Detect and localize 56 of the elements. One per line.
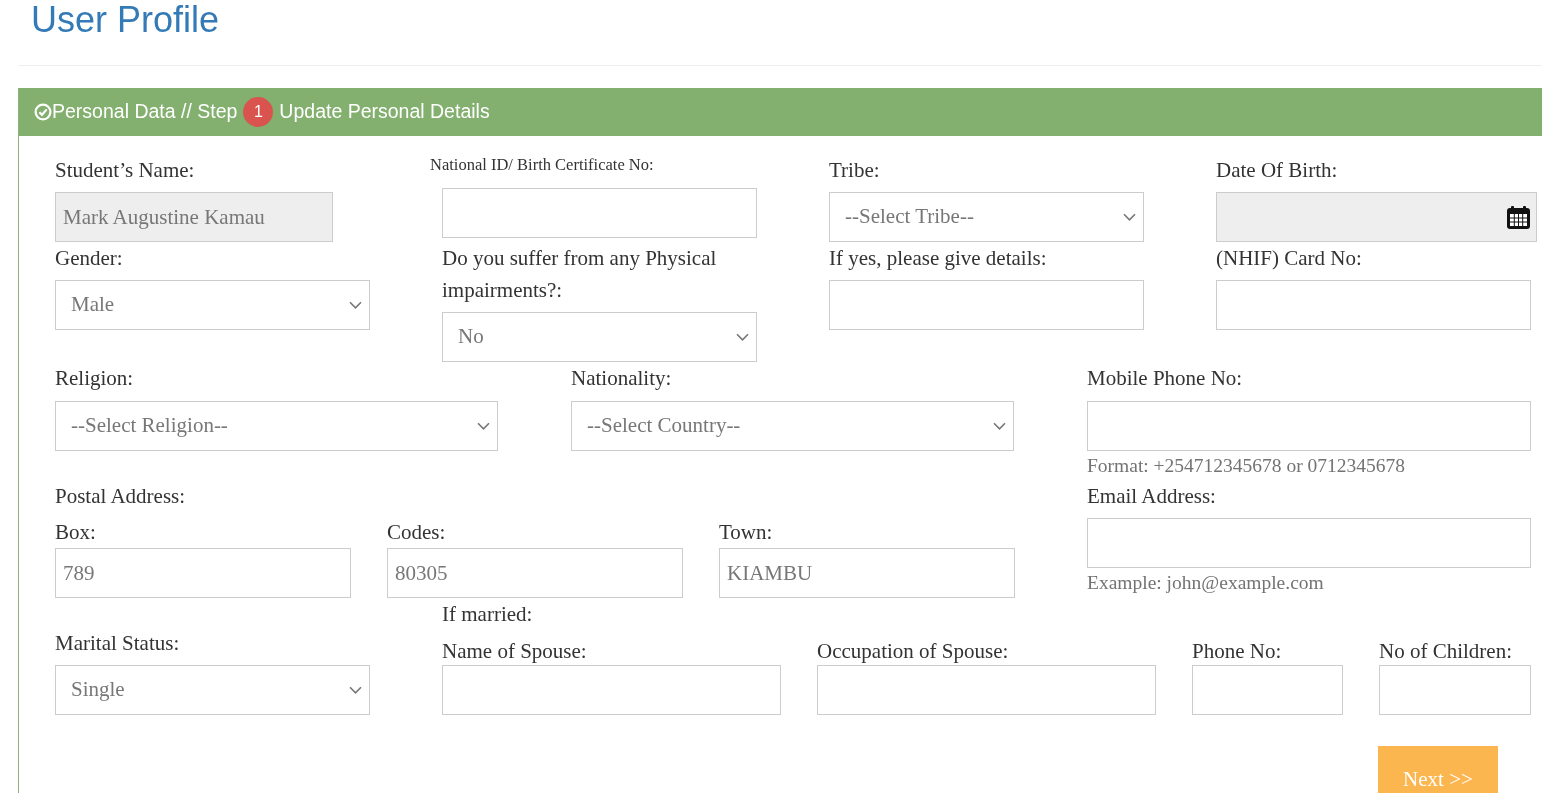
text-field[interactable] [442, 665, 781, 715]
field-label: Codes: [387, 519, 446, 546]
text-field[interactable]: 789 [55, 548, 351, 598]
field-label: Postal Address: [55, 483, 186, 510]
field-label: Mobile Phone No: [1087, 365, 1243, 392]
chevron-down-icon [736, 333, 749, 341]
field-label: Student’s Name: [55, 157, 195, 184]
chevron-down-icon [477, 422, 490, 430]
text-field[interactable] [1087, 401, 1531, 451]
field-label: Phone No: [1192, 638, 1282, 665]
select-field[interactable]: --Select Tribe-- [829, 192, 1144, 242]
text-field[interactable] [829, 280, 1144, 330]
chevron-down-icon [1123, 213, 1136, 221]
field-label: Gender: [55, 245, 123, 272]
text-field[interactable]: KIAMBU [719, 548, 1015, 598]
text-field[interactable] [1087, 518, 1531, 568]
field-label: No of Children: [1379, 638, 1512, 665]
select-field[interactable]: Male [55, 280, 370, 330]
help-text: Format: +254712345678 or 0712345678 [1087, 454, 1406, 478]
check-circle-icon [34, 103, 52, 121]
field-label: Marital Status: [55, 630, 180, 657]
text-field[interactable]: Mark Augustine Kamau [55, 192, 333, 242]
select-field[interactable]: Single [55, 665, 370, 715]
date-field[interactable] [1216, 192, 1537, 242]
field-label: Nationality: [571, 365, 672, 392]
field-label: Occupation of Spouse: [817, 638, 1009, 665]
chevron-down-icon [349, 686, 362, 694]
field-label: Do you suffer from any Physical impairments?: [442, 245, 718, 304]
field-label: (NHIF) Card No: [1216, 245, 1362, 272]
select-field[interactable]: --Select Religion-- [55, 401, 498, 451]
text-field[interactable] [817, 665, 1156, 715]
select-field[interactable]: --Select Country-- [571, 401, 1014, 451]
chevron-down-icon [993, 422, 1006, 430]
chevron-down-icon [349, 301, 362, 309]
field-label: If married: [442, 601, 533, 628]
help-text: Example: john@example.com [1087, 571, 1324, 595]
field-label: National ID/ Birth Certificate No: [430, 154, 654, 176]
text-field[interactable]: 80305 [387, 548, 683, 598]
step-badge: 1 [243, 97, 274, 127]
text-field[interactable] [1192, 665, 1343, 715]
page-title: User Profile [31, 0, 220, 40]
panel-title: Personal Data // Step [52, 99, 238, 125]
calendar-icon [1507, 205, 1530, 229]
select-field[interactable]: No [442, 312, 757, 362]
field-label: Box: [55, 519, 96, 546]
field-label: Tribe: [829, 157, 880, 184]
field-label: Religion: [55, 365, 134, 392]
text-field[interactable] [1216, 280, 1531, 330]
field-label: If yes, please give details: [829, 245, 1047, 272]
field-label: Date Of Birth: [1216, 157, 1338, 184]
field-label: Town: [719, 519, 773, 546]
field-label: Email Address: [1087, 483, 1216, 510]
text-field[interactable] [442, 188, 757, 238]
field-label: Name of Spouse: [442, 638, 587, 665]
text-field[interactable] [1379, 665, 1531, 715]
panel-subtitle: Update Personal Details [279, 99, 490, 125]
